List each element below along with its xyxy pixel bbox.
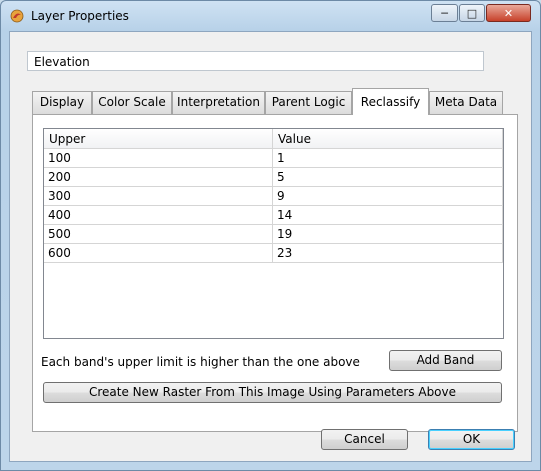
table-row[interactable]: 600 23 bbox=[44, 243, 503, 263]
title-bar[interactable]: Layer Properties ─ □ ✕ bbox=[1, 1, 540, 31]
layer-properties-window: Layer Properties ─ □ ✕ Elevation Display… bbox=[0, 0, 541, 471]
cancel-button[interactable]: Cancel bbox=[321, 429, 408, 450]
upper-cell[interactable]: 500 bbox=[44, 224, 273, 244]
tab-interpretation[interactable]: Interpretation bbox=[172, 91, 265, 114]
upper-cell[interactable]: 300 bbox=[44, 186, 273, 206]
upper-cell[interactable]: 100 bbox=[44, 148, 273, 168]
app-icon bbox=[10, 9, 24, 23]
value-cell[interactable]: 9 bbox=[272, 186, 503, 206]
table-row[interactable]: 200 5 bbox=[44, 167, 503, 187]
create-raster-button[interactable]: Create New Raster From This Image Using … bbox=[43, 382, 502, 403]
upper-cell[interactable]: 600 bbox=[44, 243, 273, 263]
tab-reclassify[interactable]: Reclassify bbox=[352, 88, 429, 115]
value-cell[interactable]: 19 bbox=[272, 224, 503, 244]
tab-color-scale[interactable]: Color Scale bbox=[92, 91, 172, 114]
ok-button[interactable]: OK bbox=[428, 429, 515, 450]
value-cell[interactable]: 5 bbox=[272, 167, 503, 187]
band-hint-text: Each band's upper limit is higher than t… bbox=[41, 355, 360, 369]
table-row[interactable]: 300 9 bbox=[44, 186, 503, 206]
reclassify-table[interactable]: Upper Value 100 1 200 5 300 9 400 14 500… bbox=[43, 128, 504, 339]
value-cell[interactable]: 23 bbox=[272, 243, 503, 263]
maximize-icon: □ bbox=[466, 6, 478, 20]
dialog-body: Elevation Display Color Scale Interpreta… bbox=[9, 31, 532, 462]
window-title: Layer Properties bbox=[31, 9, 129, 23]
column-header-upper[interactable]: Upper bbox=[44, 129, 273, 149]
tab-display[interactable]: Display bbox=[32, 91, 92, 114]
upper-cell[interactable]: 200 bbox=[44, 167, 273, 187]
minimize-icon: ─ bbox=[441, 6, 448, 20]
add-band-button[interactable]: Add Band bbox=[389, 350, 502, 371]
close-button[interactable]: ✕ bbox=[486, 4, 531, 22]
reclassify-panel: Upper Value 100 1 200 5 300 9 400 14 500… bbox=[32, 114, 518, 432]
tab-meta-data[interactable]: Meta Data bbox=[429, 91, 503, 114]
table-row[interactable]: 500 19 bbox=[44, 224, 503, 244]
tab-parent-logic[interactable]: Parent Logic bbox=[265, 91, 352, 114]
table-row[interactable]: 100 1 bbox=[44, 148, 503, 168]
table-row[interactable]: 400 14 bbox=[44, 205, 503, 225]
maximize-button[interactable]: □ bbox=[459, 4, 485, 22]
column-header-value[interactable]: Value bbox=[272, 129, 503, 149]
close-icon: ✕ bbox=[503, 6, 514, 20]
value-cell[interactable]: 14 bbox=[272, 205, 503, 225]
value-cell[interactable]: 1 bbox=[272, 148, 503, 168]
minimize-button[interactable]: ─ bbox=[431, 4, 458, 22]
upper-cell[interactable]: 400 bbox=[44, 205, 273, 225]
layer-name-input[interactable]: Elevation bbox=[27, 51, 484, 71]
